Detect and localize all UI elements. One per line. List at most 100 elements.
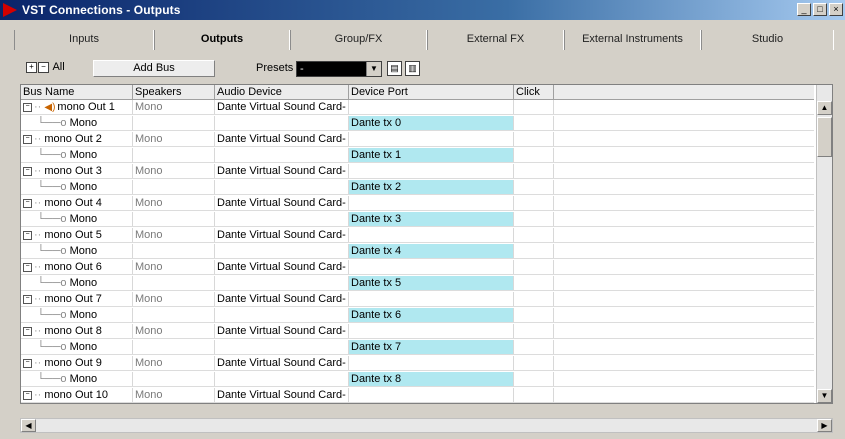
- bus-name-cell[interactable]: − ·· mono Out 8: [21, 324, 133, 338]
- device-port-cell[interactable]: Dante tx 1: [349, 148, 514, 162]
- expand-all-icon[interactable]: +: [26, 61, 37, 73]
- bus-name-cell[interactable]: − ·· mono Out 7: [21, 292, 133, 306]
- collapse-icon[interactable]: −: [23, 262, 32, 272]
- audio-device-cell[interactable]: [215, 148, 349, 162]
- collapse-icon[interactable]: −: [23, 198, 32, 208]
- bus-name-cell[interactable]: − ·· mono Out 4: [21, 196, 133, 210]
- device-port-cell[interactable]: [349, 132, 514, 146]
- tab-inputs[interactable]: Inputs: [14, 30, 154, 50]
- speakers-cell[interactable]: [133, 180, 215, 194]
- click-cell[interactable]: [514, 244, 554, 258]
- audio-device-cell[interactable]: Dante Virtual Sound Card-: [215, 164, 349, 178]
- speakers-cell[interactable]: [133, 276, 215, 290]
- collapse-icon[interactable]: −: [23, 102, 32, 112]
- channel-row[interactable]: └──o Mono Dante tx 6: [21, 308, 814, 323]
- speakers-cell[interactable]: Mono: [133, 132, 215, 146]
- device-port-cell[interactable]: Dante tx 0: [349, 116, 514, 130]
- bus-name-cell[interactable]: └──o Mono: [21, 148, 133, 162]
- bus-row[interactable]: − ·· mono Out 6 Mono Dante Virtual Sound Ca…: [21, 260, 814, 275]
- chevron-down-icon[interactable]: ▼: [366, 62, 381, 76]
- click-cell[interactable]: [514, 100, 554, 114]
- click-cell[interactable]: [514, 372, 554, 386]
- speakers-cell[interactable]: [133, 148, 215, 162]
- bus-row[interactable]: − ·· ◀) mono Out 1 Mono Dante Virtual Sound …: [21, 100, 814, 115]
- speakers-cell[interactable]: Mono: [133, 196, 215, 210]
- channel-row[interactable]: └──o Mono Dante tx 4: [21, 244, 814, 259]
- expand-all-control[interactable]: + − All: [26, 61, 65, 73]
- audio-device-cell[interactable]: Dante Virtual Sound Card-: [215, 260, 349, 274]
- bus-row[interactable]: − ·· mono Out 7 Mono Dante Virtual Sound Ca…: [21, 292, 814, 307]
- speakers-cell[interactable]: [133, 372, 215, 386]
- collapse-icon[interactable]: −: [23, 326, 32, 336]
- click-cell[interactable]: [514, 308, 554, 322]
- click-cell[interactable]: [514, 276, 554, 290]
- col-click[interactable]: Click: [514, 85, 554, 99]
- scroll-up-icon[interactable]: ▲: [817, 101, 832, 115]
- bus-row[interactable]: − ·· mono Out 4 Mono Dante Virtual Sound Ca…: [21, 196, 814, 211]
- click-cell[interactable]: [514, 180, 554, 194]
- audio-device-cell[interactable]: Dante Virtual Sound Card-: [215, 100, 349, 114]
- audio-device-cell[interactable]: [215, 276, 349, 290]
- device-port-cell[interactable]: Dante tx 2: [349, 180, 514, 194]
- col-device-port[interactable]: Device Port: [349, 85, 514, 99]
- audio-device-cell[interactable]: [215, 180, 349, 194]
- channel-row[interactable]: └──o Mono Dante tx 5: [21, 276, 814, 291]
- audio-device-cell[interactable]: Dante Virtual Sound Card-: [215, 228, 349, 242]
- click-cell[interactable]: [514, 292, 554, 306]
- speakers-cell[interactable]: Mono: [133, 356, 215, 370]
- speakers-cell[interactable]: Mono: [133, 260, 215, 274]
- bus-row[interactable]: − ·· mono Out 2 Mono Dante Virtual Sound Ca…: [21, 132, 814, 147]
- horizontal-scrollbar[interactable]: ◀ ▶: [20, 418, 833, 433]
- speakers-cell[interactable]: [133, 308, 215, 322]
- speakers-cell[interactable]: Mono: [133, 164, 215, 178]
- device-port-cell[interactable]: [349, 388, 514, 402]
- click-cell[interactable]: [514, 356, 554, 370]
- device-port-cell[interactable]: [349, 324, 514, 338]
- device-port-cell[interactable]: Dante tx 5: [349, 276, 514, 290]
- tab-studio[interactable]: Studio: [701, 30, 834, 50]
- channel-row[interactable]: └──o Mono Dante tx 3: [21, 212, 814, 227]
- audio-device-cell[interactable]: Dante Virtual Sound Card-: [215, 356, 349, 370]
- bus-name-cell[interactable]: └──o Mono: [21, 308, 133, 322]
- bus-name-cell[interactable]: └──o Mono: [21, 180, 133, 194]
- bus-name-cell[interactable]: └──o Mono: [21, 372, 133, 386]
- speakers-cell[interactable]: [133, 116, 215, 130]
- tab-external-fx[interactable]: External FX: [427, 30, 564, 50]
- collapse-icon[interactable]: −: [23, 134, 32, 144]
- scroll-thumb[interactable]: [817, 117, 832, 157]
- channel-row[interactable]: └──o Mono Dante tx 2: [21, 180, 814, 195]
- tab-external-instruments[interactable]: External Instruments: [564, 30, 701, 50]
- speakers-cell[interactable]: Mono: [133, 292, 215, 306]
- maximize-button[interactable]: □: [813, 3, 827, 16]
- minimize-button[interactable]: _: [797, 3, 811, 16]
- collapse-all-icon[interactable]: −: [38, 61, 49, 73]
- audio-device-cell[interactable]: Dante Virtual Sound Card-: [215, 132, 349, 146]
- speakers-cell[interactable]: [133, 212, 215, 226]
- speakers-cell[interactable]: Mono: [133, 324, 215, 338]
- add-bus-button[interactable]: Add Bus: [93, 60, 215, 77]
- audio-device-cell[interactable]: [215, 372, 349, 386]
- click-cell[interactable]: [514, 116, 554, 130]
- collapse-icon[interactable]: −: [23, 358, 32, 368]
- bus-name-cell[interactable]: └──o Mono: [21, 340, 133, 354]
- click-cell[interactable]: [514, 148, 554, 162]
- click-cell[interactable]: [514, 164, 554, 178]
- device-port-cell[interactable]: [349, 228, 514, 242]
- audio-device-cell[interactable]: [215, 308, 349, 322]
- vertical-scrollbar[interactable]: ▲ ▼: [816, 85, 832, 403]
- device-port-cell[interactable]: [349, 196, 514, 210]
- bus-name-cell[interactable]: − ·· mono Out 3: [21, 164, 133, 178]
- device-port-cell[interactable]: Dante tx 6: [349, 308, 514, 322]
- speakers-cell[interactable]: Mono: [133, 228, 215, 242]
- col-bus-name[interactable]: Bus Name: [21, 85, 133, 99]
- col-audio-device[interactable]: Audio Device: [215, 85, 349, 99]
- audio-device-cell[interactable]: [215, 244, 349, 258]
- audio-device-cell[interactable]: Dante Virtual Sound Card-: [215, 292, 349, 306]
- presets-dropdown[interactable]: - ▼: [296, 61, 382, 77]
- click-cell[interactable]: [514, 132, 554, 146]
- device-port-cell[interactable]: [349, 164, 514, 178]
- speakers-cell[interactable]: Mono: [133, 100, 215, 114]
- bus-name-cell[interactable]: └──o Mono: [21, 116, 133, 130]
- device-port-cell[interactable]: [349, 100, 514, 114]
- audio-device-cell[interactable]: [215, 212, 349, 226]
